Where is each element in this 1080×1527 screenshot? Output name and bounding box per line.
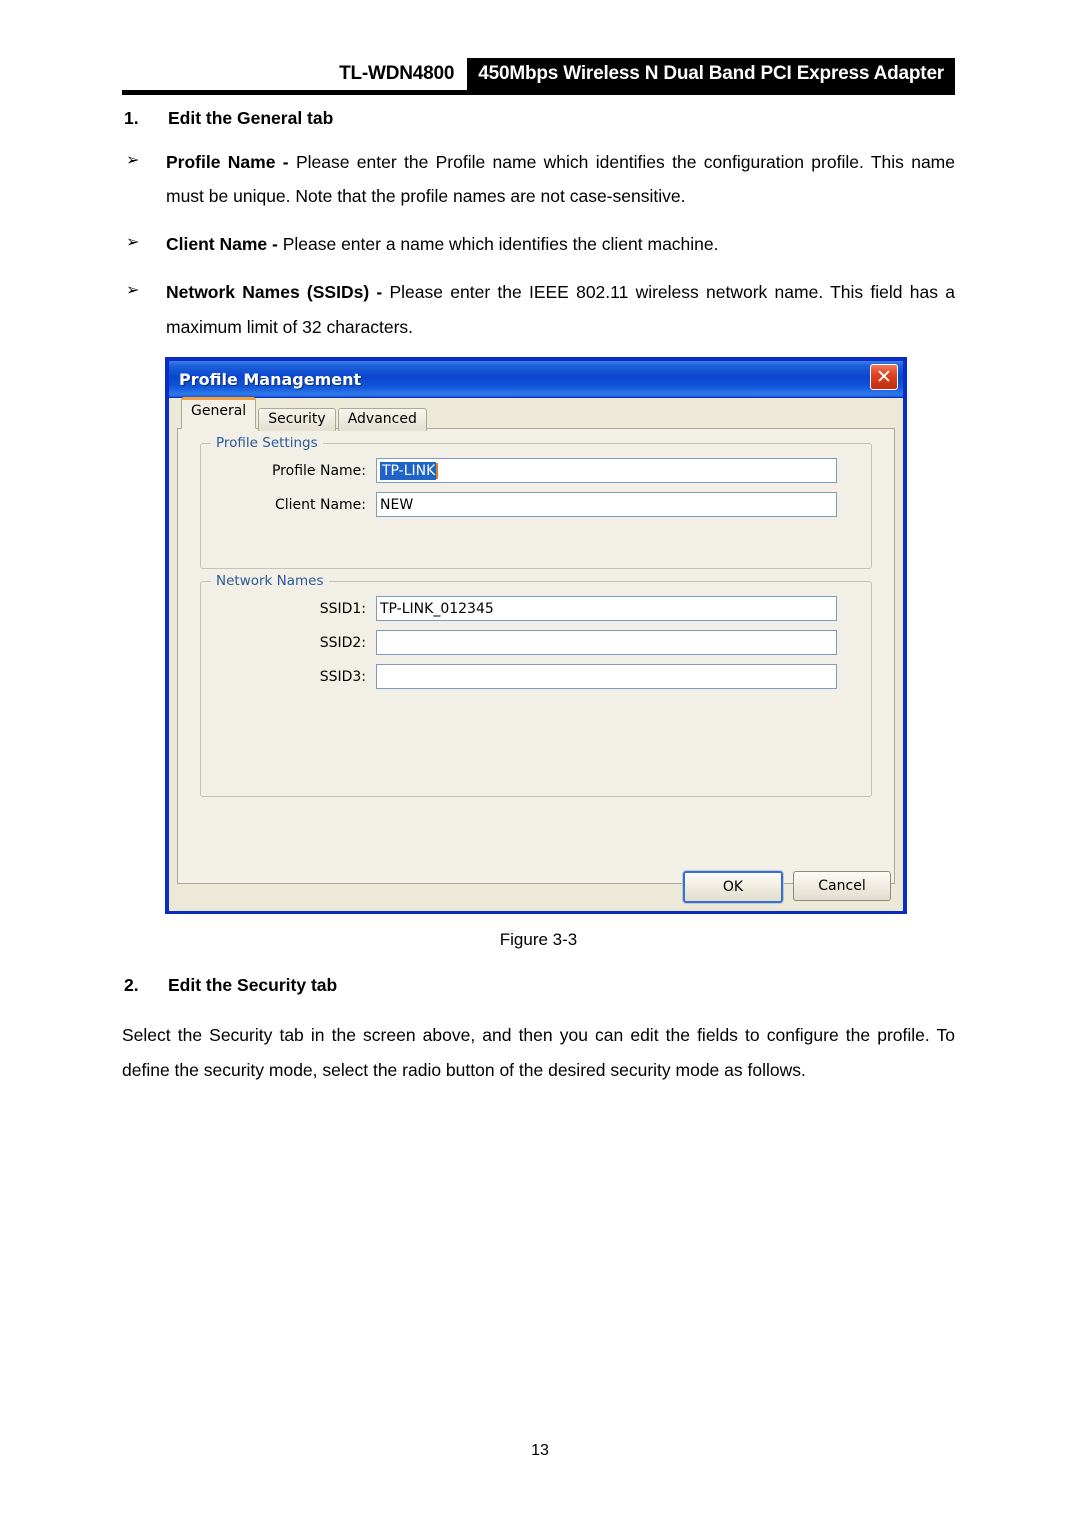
document-content: 1. Edit the General tab ➢ Profile Name -…: [122, 108, 955, 358]
field-row-profile-name: Profile Name: TP-LINK: [211, 458, 861, 483]
security-paragraph: Select the Security tab in the screen ab…: [122, 1025, 955, 1080]
security-paragraph-block: Select the Security tab in the screen ab…: [122, 1018, 955, 1088]
section-heading-1: 1. Edit the General tab: [122, 108, 955, 129]
dialog-footer: OK Cancel: [682, 870, 891, 904]
dialog-titlebar[interactable]: Profile Management ✕: [165, 357, 907, 398]
profile-name-value: TP-LINK: [380, 461, 437, 480]
section-2-block: 2. Edit the Security tab: [122, 975, 955, 1012]
group-network-names-legend: Network Names: [211, 573, 329, 589]
group-profile-settings-legend: Profile Settings: [211, 435, 323, 451]
ssid1-label: SSID1:: [319, 600, 366, 617]
arrow-bullet-icon: ➢: [126, 234, 140, 252]
tab-advanced[interactable]: Advanced: [337, 408, 427, 431]
bullet-client-name-desc: Please enter a name which identifies the…: [282, 234, 719, 255]
section-1-title: Edit the General tab: [168, 108, 334, 128]
field-row-client-name: Client Name: NEW: [211, 492, 861, 517]
ssid3-label: SSID3:: [319, 668, 366, 685]
section-1-number: 1.: [124, 108, 139, 128]
bullet-network-names-text: Network Names (SSIDs) - Please enter the…: [166, 275, 955, 343]
header-rule: [122, 90, 955, 95]
ssid2-input[interactable]: [376, 630, 837, 655]
cancel-button[interactable]: Cancel: [793, 871, 891, 901]
group-network-names: Network Names SSID1: TP-LINK_012345 SSID…: [200, 573, 872, 797]
arrow-bullet-icon: ➢: [126, 282, 140, 300]
profile-name-label: Profile Name:: [271, 462, 366, 479]
model-name: TL-WDN4800: [339, 63, 455, 84]
text-caret: [436, 462, 439, 479]
client-name-input[interactable]: NEW: [376, 492, 837, 517]
arrow-bullet-icon: ➢: [126, 152, 140, 169]
dialog-title: Profile Management: [179, 369, 362, 389]
section-heading-2: 2. Edit the Security tab: [122, 975, 955, 996]
ssid2-label: SSID2:: [319, 634, 366, 651]
bullet-client-name: ➢ Client Name - Please enter a name whic…: [122, 227, 955, 261]
page-header: TL-WDN4800 450Mbps Wireless N Dual Band …: [122, 58, 955, 98]
figure-caption-block: Figure 3-3: [122, 930, 955, 950]
page-header-row: TL-WDN4800 450Mbps Wireless N Dual Band …: [122, 58, 955, 90]
tab-general[interactable]: General: [181, 397, 257, 429]
field-row-ssid3: SSID3:: [211, 664, 861, 689]
ssid1-input[interactable]: TP-LINK_012345: [376, 596, 837, 621]
tab-security[interactable]: Security: [258, 408, 336, 431]
dialog-tabstrip: General Security Advanced: [177, 397, 895, 431]
ssid3-input[interactable]: [376, 664, 837, 689]
tab-panel-general: Profile Settings Profile Name: TP-LINK C…: [177, 428, 895, 884]
bullet-profile-name-dash: -: [275, 152, 296, 172]
client-name-label: Client Name:: [275, 496, 366, 513]
ssid1-value: TP-LINK_012345: [380, 600, 494, 617]
bullet-network-names-term: Network Names (SSIDs): [166, 282, 370, 303]
profile-name-input[interactable]: TP-LINK: [376, 458, 837, 483]
bullet-profile-name-text: Profile Name - Please enter the Profile …: [166, 145, 955, 213]
bullet-network-names: ➢ Network Names (SSIDs) - Please enter t…: [122, 275, 955, 343]
close-icon[interactable]: ✕: [870, 364, 898, 390]
section-2-title: Edit the Security tab: [168, 975, 338, 995]
ok-button[interactable]: OK: [682, 870, 784, 904]
bullet-client-name-term: Client Name: [166, 234, 268, 255]
group-profile-settings: Profile Settings Profile Name: TP-LINK C…: [200, 435, 872, 569]
field-row-ssid1: SSID1: TP-LINK_012345: [211, 596, 861, 621]
bullet-profile-name: ➢ Profile Name - Please enter the Profil…: [122, 145, 955, 213]
field-row-ssid2: SSID2:: [211, 630, 861, 655]
client-name-value: NEW: [380, 496, 414, 513]
bullet-client-name-dash: -: [267, 234, 283, 255]
bullet-client-name-text: Client Name - Please enter a name which …: [166, 227, 955, 261]
dialog-body: General Security Advanced Profile Settin…: [169, 397, 903, 911]
page-number: 13: [531, 1442, 549, 1459]
section-2-number: 2.: [124, 975, 139, 995]
product-banner: 450Mbps Wireless N Dual Band PCI Express…: [467, 58, 955, 90]
figure-caption: Figure 3-3: [499, 930, 578, 949]
bullet-network-names-dash: -: [369, 282, 390, 303]
bullet-profile-name-term: Profile Name: [166, 152, 276, 172]
profile-management-dialog: Profile Management ✕ General Security Ad…: [165, 357, 907, 914]
